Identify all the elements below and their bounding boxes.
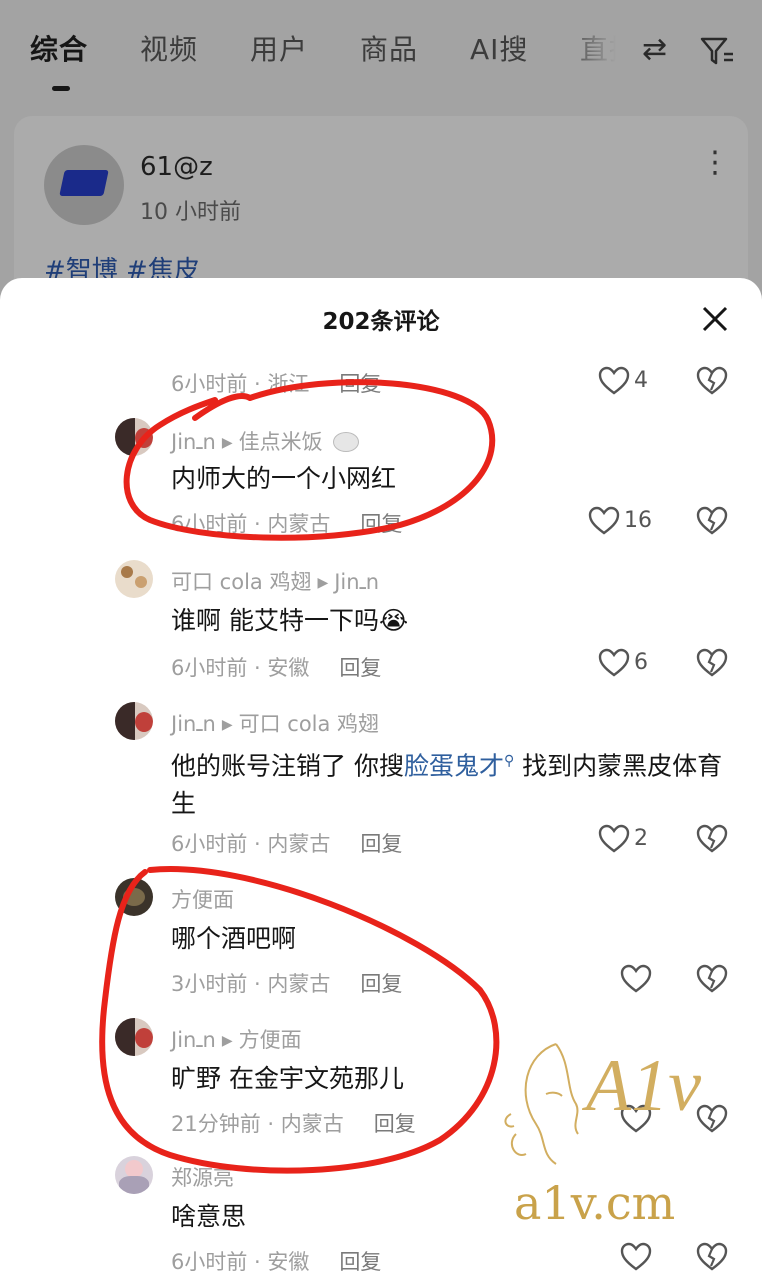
watermark-site: a1v.cm bbox=[514, 1176, 676, 1230]
watermark-logo-text: A1v bbox=[586, 1045, 702, 1127]
